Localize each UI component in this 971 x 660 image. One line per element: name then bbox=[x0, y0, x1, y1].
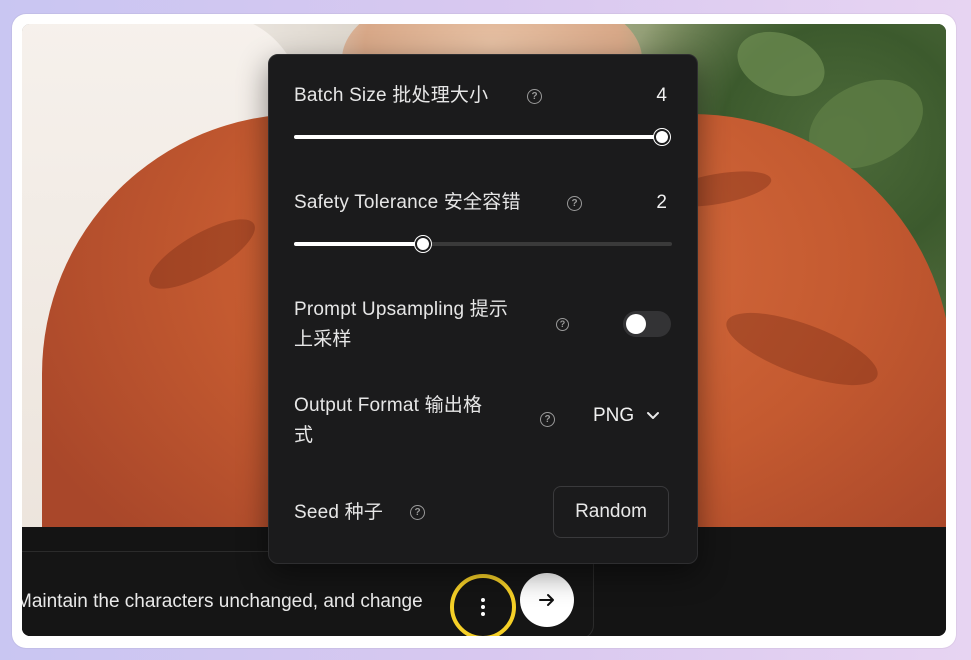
seed-label: Seed 种子 bbox=[294, 502, 384, 523]
question-circle-icon[interactable]: ? bbox=[556, 318, 569, 331]
question-circle-icon[interactable]: ? bbox=[567, 196, 582, 211]
question-circle-icon[interactable]: ? bbox=[527, 89, 542, 104]
question-circle-icon[interactable]: ? bbox=[410, 505, 425, 520]
batch-size-slider[interactable] bbox=[294, 135, 662, 139]
output-format-label: Output Format 输出格 bbox=[294, 395, 483, 416]
toggle-knob bbox=[626, 314, 646, 334]
prompt-upsampling-label: Prompt Upsampling 提示 bbox=[294, 299, 509, 320]
safety-tolerance-slider[interactable] bbox=[294, 242, 672, 246]
more-options-button[interactable] bbox=[450, 574, 516, 636]
safety-tolerance-value: 2 bbox=[656, 192, 667, 213]
chevron-down-icon bbox=[647, 412, 660, 419]
vertical-dots-icon bbox=[481, 598, 485, 616]
question-circle-icon[interactable]: ? bbox=[540, 412, 555, 427]
arrow-right-icon bbox=[539, 594, 554, 606]
output-format-select[interactable]: PNG bbox=[593, 405, 660, 427]
random-seed-button[interactable]: Random bbox=[553, 486, 669, 538]
output-format-value: PNG bbox=[593, 405, 635, 426]
batch-size-slider-fill bbox=[294, 135, 662, 139]
safety-tolerance-label: Safety Tolerance 安全容错 bbox=[294, 192, 521, 213]
prompt-input[interactable]: Maintain the characters unchanged, and c… bbox=[22, 589, 456, 615]
prompt-upsampling-toggle[interactable] bbox=[623, 311, 671, 337]
prompt-upsampling-label-line2: 上采样 bbox=[294, 329, 352, 350]
safety-tolerance-slider-thumb[interactable] bbox=[415, 236, 431, 252]
batch-size-label: Batch Size 批处理大小 bbox=[294, 85, 489, 106]
generation-settings-panel: Batch Size 批处理大小 ? 4 Safety Tolerance 安全… bbox=[268, 54, 698, 564]
batch-size-value: 4 bbox=[656, 85, 667, 106]
safety-tolerance-slider-fill bbox=[294, 242, 423, 246]
output-format-label-line2: 式 bbox=[294, 425, 314, 446]
batch-size-slider-thumb[interactable] bbox=[654, 129, 670, 145]
send-button[interactable] bbox=[520, 573, 574, 627]
